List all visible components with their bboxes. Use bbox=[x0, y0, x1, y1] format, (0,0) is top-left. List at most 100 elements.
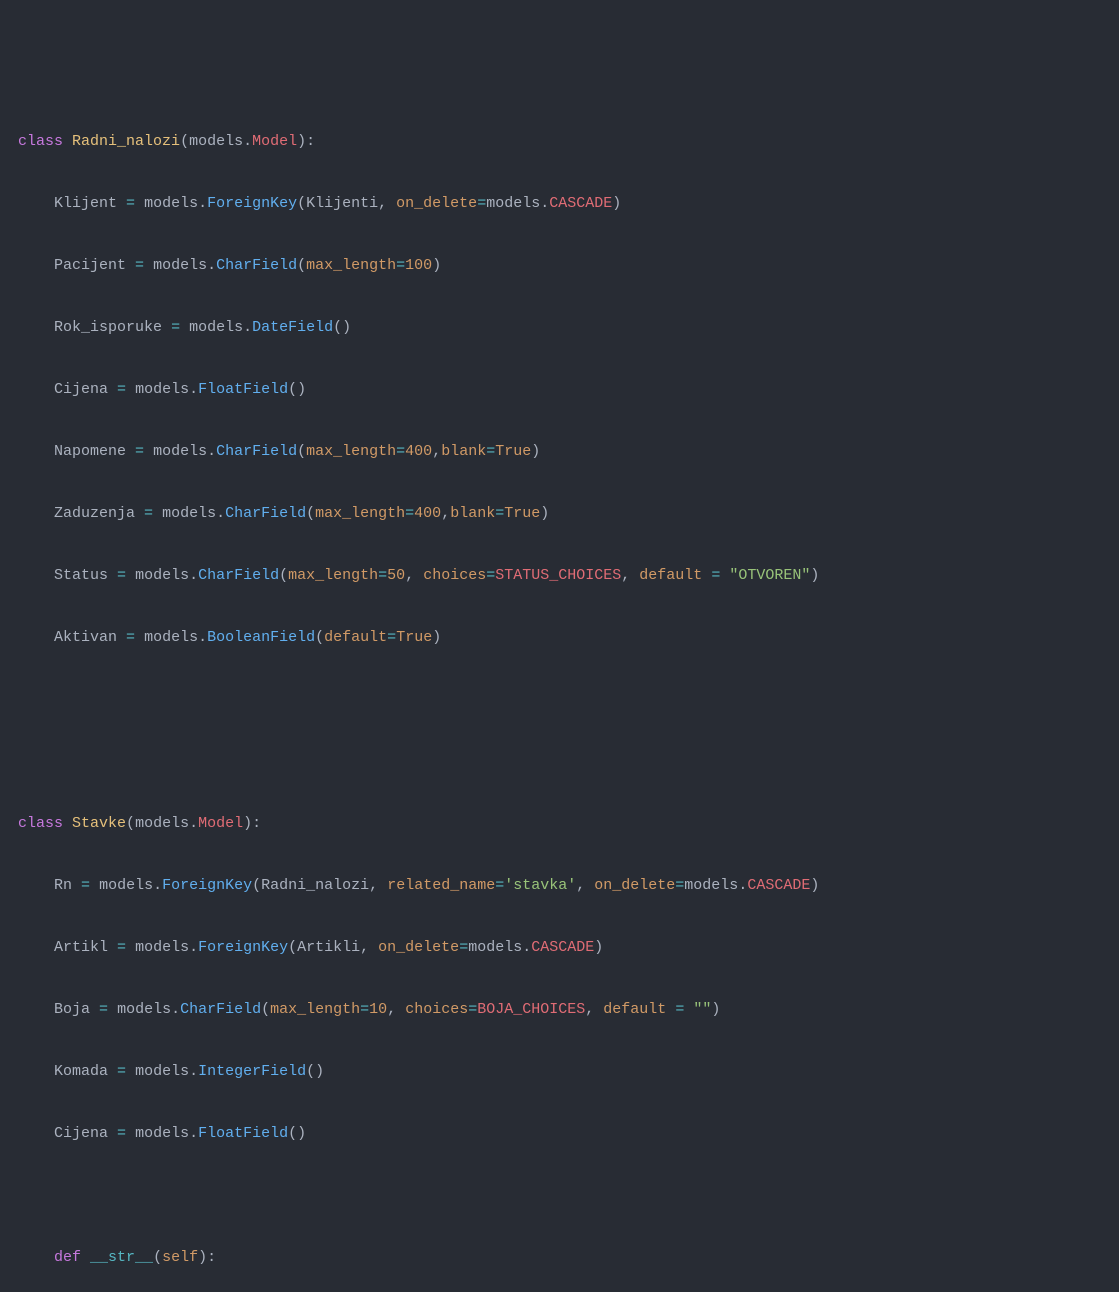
paren: ( bbox=[306, 505, 315, 522]
param: choices bbox=[405, 1001, 468, 1018]
dot: . bbox=[738, 877, 747, 894]
comma: , bbox=[387, 1001, 405, 1018]
paren: ) bbox=[711, 1001, 720, 1018]
blank-line[interactable] bbox=[0, 1180, 1119, 1211]
module: models bbox=[189, 133, 243, 150]
comma: , bbox=[585, 1001, 603, 1018]
code-line[interactable]: Klijent = models.ForeignKey(Klijenti, on… bbox=[0, 188, 1119, 219]
paren: ) bbox=[594, 939, 603, 956]
equals: = bbox=[171, 319, 180, 336]
module: models bbox=[153, 257, 207, 274]
code-line[interactable]: class Radni_nalozi(models.Model): bbox=[0, 126, 1119, 157]
comma: , bbox=[621, 567, 639, 584]
code-line[interactable]: Aktivan = models.BooleanField(default=Tr… bbox=[0, 622, 1119, 653]
dot: . bbox=[522, 939, 531, 956]
module: models bbox=[162, 505, 216, 522]
paren: () bbox=[306, 1063, 324, 1080]
equals: = bbox=[135, 257, 144, 274]
method-name: __str__ bbox=[90, 1249, 153, 1266]
field-type: CharField bbox=[180, 1001, 261, 1018]
equals: = bbox=[135, 443, 144, 460]
param: max_length bbox=[315, 505, 405, 522]
code-line[interactable]: Artikl = models.ForeignKey(Artikli, on_d… bbox=[0, 932, 1119, 963]
blank-line[interactable] bbox=[0, 684, 1119, 715]
code-line[interactable]: Rn = models.ForeignKey(Radni_nalozi, rel… bbox=[0, 870, 1119, 901]
code-line[interactable]: class Stavke(models.Model): bbox=[0, 808, 1119, 839]
param: on_delete bbox=[378, 939, 459, 956]
module: models bbox=[684, 877, 738, 894]
arg: Artikli bbox=[297, 939, 360, 956]
module: models bbox=[135, 939, 189, 956]
dot: . bbox=[153, 877, 162, 894]
class-name: Radni_nalozi bbox=[72, 133, 180, 150]
equals: = bbox=[117, 1125, 126, 1142]
field-name: Status bbox=[54, 567, 108, 584]
comma: , bbox=[378, 195, 396, 212]
dot: . bbox=[243, 133, 252, 150]
module: models bbox=[117, 1001, 171, 1018]
comma: , bbox=[576, 877, 594, 894]
field-type: ForeignKey bbox=[198, 939, 288, 956]
code-line[interactable]: Status = models.CharField(max_length=50,… bbox=[0, 560, 1119, 591]
code-line[interactable]: Komada = models.IntegerField() bbox=[0, 1056, 1119, 1087]
class-name: Stavke bbox=[72, 815, 126, 832]
dot: . bbox=[198, 629, 207, 646]
paren: ) bbox=[612, 195, 621, 212]
number: 10 bbox=[369, 1001, 387, 1018]
field-type: CharField bbox=[198, 567, 279, 584]
string: 'stavka' bbox=[504, 877, 576, 894]
module: models bbox=[144, 195, 198, 212]
paren: ) bbox=[540, 505, 549, 522]
number: 50 bbox=[387, 567, 405, 584]
blank-line[interactable] bbox=[0, 746, 1119, 777]
comma: , bbox=[369, 877, 387, 894]
code-line[interactable]: Rok_isporuke = models.DateField() bbox=[0, 312, 1119, 343]
paren: ( bbox=[180, 133, 189, 150]
bool: True bbox=[495, 443, 531, 460]
paren: ) bbox=[432, 629, 441, 646]
dot: . bbox=[207, 443, 216, 460]
field-type: DateField bbox=[252, 319, 333, 336]
self: self bbox=[162, 1249, 198, 1266]
equals: = bbox=[495, 505, 504, 522]
equals: = bbox=[486, 443, 495, 460]
keyword-def: def bbox=[54, 1249, 81, 1266]
equals: = bbox=[117, 567, 126, 584]
param: max_length bbox=[288, 567, 378, 584]
param: on_delete bbox=[396, 195, 477, 212]
code-line[interactable]: Boja = models.CharField(max_length=10, c… bbox=[0, 994, 1119, 1025]
comma: , bbox=[360, 939, 378, 956]
field-type: ForeignKey bbox=[162, 877, 252, 894]
constant: CASCADE bbox=[549, 195, 612, 212]
code-line[interactable]: Cijena = models.FloatField() bbox=[0, 374, 1119, 405]
module: models bbox=[468, 939, 522, 956]
param: default bbox=[324, 629, 387, 646]
param: max_length bbox=[306, 257, 396, 274]
param: blank bbox=[441, 443, 486, 460]
field-name: Cijena bbox=[54, 1125, 108, 1142]
equals: = bbox=[387, 629, 396, 646]
paren: ( bbox=[297, 195, 306, 212]
paren: () bbox=[333, 319, 351, 336]
code-line[interactable]: Napomene = models.CharField(max_length=4… bbox=[0, 436, 1119, 467]
code-line[interactable]: Pacijent = models.CharField(max_length=1… bbox=[0, 250, 1119, 281]
equals: = bbox=[81, 877, 90, 894]
equals: = bbox=[378, 567, 387, 584]
code-line[interactable]: def __str__(self): bbox=[0, 1242, 1119, 1273]
code-line[interactable]: Zaduzenja = models.CharField(max_length=… bbox=[0, 498, 1119, 529]
constant: CASCADE bbox=[747, 877, 810, 894]
number: 400 bbox=[405, 443, 432, 460]
dot: . bbox=[171, 1001, 180, 1018]
module: models bbox=[189, 319, 243, 336]
field-type: CharField bbox=[225, 505, 306, 522]
paren: () bbox=[288, 1125, 306, 1142]
paren: ( bbox=[153, 1249, 162, 1266]
paren: ( bbox=[252, 877, 261, 894]
module: models bbox=[135, 381, 189, 398]
arg: Radni_nalozi bbox=[261, 877, 369, 894]
paren: ( bbox=[315, 629, 324, 646]
constant: BOJA_CHOICES bbox=[477, 1001, 585, 1018]
field-type: FloatField bbox=[198, 381, 288, 398]
code-line[interactable]: Cijena = models.FloatField() bbox=[0, 1118, 1119, 1149]
number: 100 bbox=[405, 257, 432, 274]
